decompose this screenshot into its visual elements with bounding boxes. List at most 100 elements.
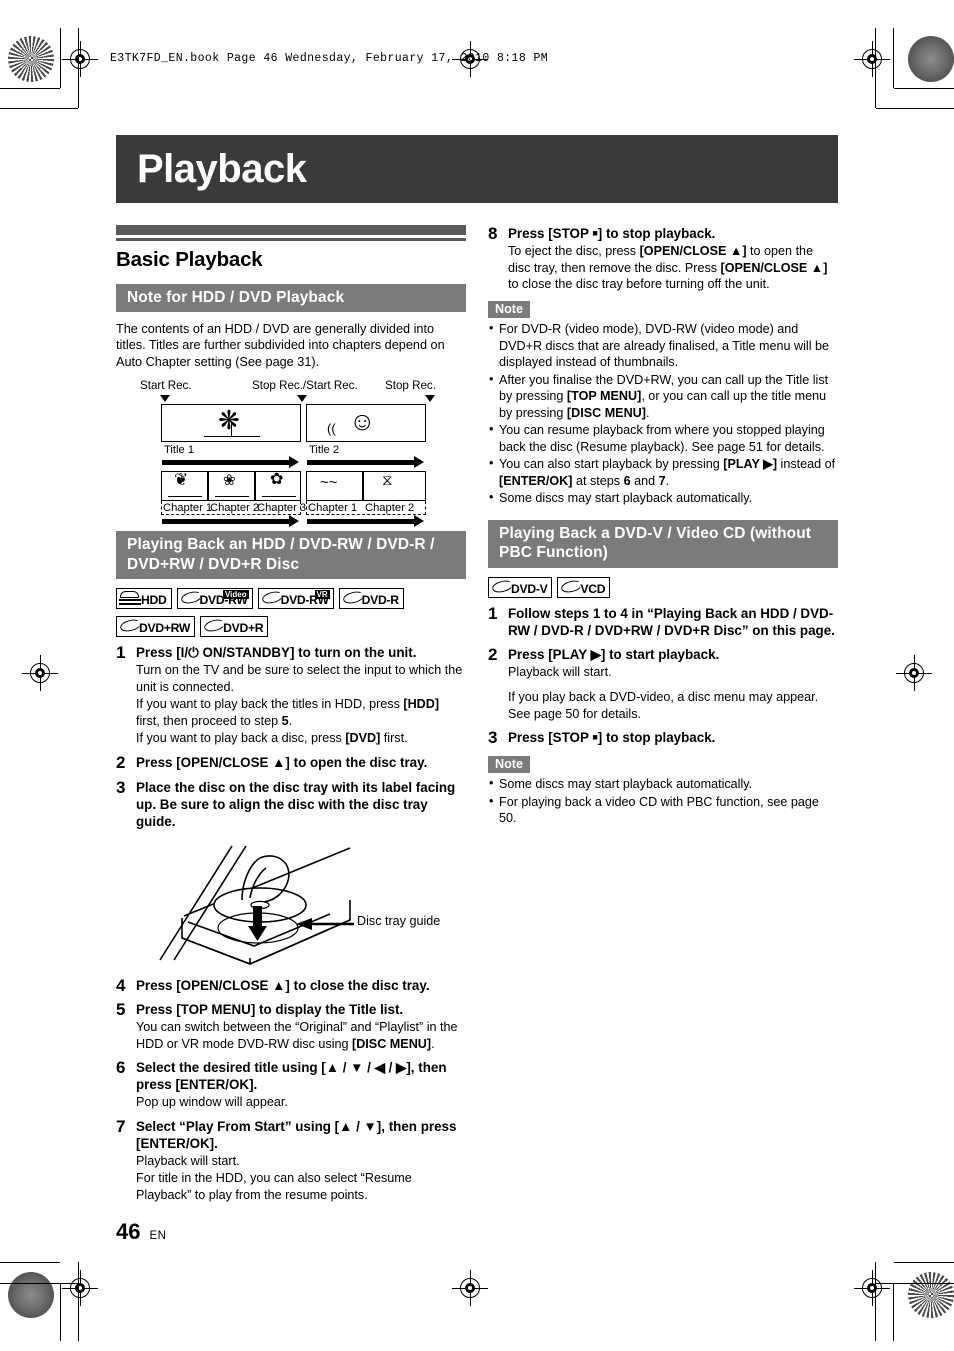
step-number: 4 bbox=[116, 975, 126, 995]
crop-line bbox=[894, 88, 954, 89]
disc-icon-label: DVD+R bbox=[223, 621, 264, 636]
crop-line bbox=[60, 28, 61, 88]
step-sub-text: If you play back a DVD-video, a disc men… bbox=[508, 690, 819, 721]
tray-guide-pointer bbox=[296, 917, 354, 930]
diagram-chapter-label: Chapter 2 bbox=[365, 502, 415, 515]
note-list-1: For DVD-R (video mode), DVD-RW (video mo… bbox=[488, 320, 838, 506]
left-column: Basic Playback Note for HDD / DVD Playba… bbox=[116, 225, 466, 1203]
sprout-sketch-icon: ❀ bbox=[223, 472, 236, 490]
crop-line bbox=[893, 1283, 894, 1341]
section-rule-thick bbox=[116, 225, 466, 235]
intro-paragraph: The contents of an HDD / DVD are general… bbox=[116, 321, 445, 370]
note-item: For playing back a video CD with PBC fun… bbox=[488, 793, 838, 827]
step-number: 3 bbox=[116, 777, 126, 797]
step-number: 6 bbox=[116, 1058, 126, 1078]
caterpillar-sketch-icon: ~~ bbox=[320, 474, 338, 492]
step-sub-text: For title in the HDD, you can also selec… bbox=[136, 1171, 412, 1202]
diagram-title2-label: Title 2 bbox=[309, 444, 340, 457]
diagram-title1-label: Title 1 bbox=[164, 444, 195, 457]
diagram-marker-start bbox=[160, 395, 170, 403]
halftone-target-bottom-right bbox=[908, 1272, 954, 1318]
step-number: 8 bbox=[488, 224, 498, 243]
diagram-t2-chapter2-thumb: ⧖ bbox=[363, 471, 426, 502]
dvdv-step-3: 3 Press [STOP ■] to stop playback. bbox=[488, 729, 838, 747]
diagram-chapter1-thumb: ❦ bbox=[161, 470, 208, 502]
diagram-chapter-label: Chapter 1 bbox=[163, 502, 213, 515]
crop-line bbox=[60, 1283, 61, 1341]
language-code: EN bbox=[149, 1230, 167, 1242]
step-number: 7 bbox=[116, 1116, 126, 1136]
registration-mark-top-left bbox=[62, 41, 98, 77]
diagram-chapter-label: Chapter 2 bbox=[210, 502, 260, 515]
disc-tray-drawing bbox=[159, 845, 354, 965]
diagram-title1-thumb: ❋ bbox=[161, 404, 301, 443]
halftone-target-top-left bbox=[8, 36, 54, 82]
disc-icon-tag: Video bbox=[222, 590, 249, 600]
page-number: 46 bbox=[116, 1219, 141, 1244]
halftone-target-bottom-left bbox=[8, 1272, 54, 1318]
bud-sketch-icon: ✿ bbox=[270, 471, 284, 489]
step-2: 2 Press [OPEN/CLOSE ▲] to open the disc … bbox=[116, 752, 466, 772]
hdd-icon bbox=[119, 591, 141, 607]
step-5: 5 Press [TOP MENU] to display the Title … bbox=[116, 1001, 466, 1052]
disc-icon-dvdrw-video: Video DVD-RW bbox=[176, 588, 253, 610]
step-1: 1 Press [I/⏻ ON/STANDBY] to turn on the … bbox=[116, 644, 466, 746]
note-item: For DVD-R (video mode), DVD-RW (video mo… bbox=[488, 320, 838, 370]
step-sub-text: To eject the disc, press [OPEN/CLOSE ▲] … bbox=[508, 244, 828, 291]
step-sub-text: Playback will start. bbox=[136, 1153, 240, 1168]
disc-icon-tag: VR bbox=[314, 590, 330, 600]
step-lead-text: Select the desired title using [▲ / ▼ / … bbox=[136, 1060, 447, 1093]
crop-line bbox=[0, 1262, 60, 1263]
note-item: You can also start playback by pressing … bbox=[488, 455, 838, 489]
step-3: 3 Place the disc on the disc tray with i… bbox=[116, 777, 466, 830]
step-lead-text: Press [STOP ■] to stop playback. bbox=[508, 730, 716, 746]
disc-icon-row-dvdv: DVD-V VCD bbox=[488, 576, 838, 598]
step-lead-text: Select “Play From Start” using [▲ / ▼], … bbox=[136, 1118, 457, 1151]
note-item: After you finalise the DVD+RW, you can c… bbox=[488, 371, 838, 421]
subheading-playing-dvdv-videocd: Playing Back a DVD-V / Video CD (without… bbox=[488, 519, 838, 568]
diagram-chapter-label: Chapter 3 bbox=[257, 502, 307, 515]
step-lead-text: Follow steps 1 to 4 in “Playing Back an … bbox=[508, 605, 835, 638]
disc-icon-label: HDD bbox=[141, 593, 167, 608]
disc-icon-dvdv: DVD-V bbox=[488, 576, 553, 598]
disc-icon-vcd: VCD bbox=[557, 576, 611, 598]
seed-sketch-icon: ❦ bbox=[174, 470, 189, 490]
step-6: 6 Select the desired title using [▲ / ▼ … bbox=[116, 1059, 466, 1111]
disc-icon-hdd: HDD bbox=[116, 588, 172, 610]
step-lead-text: Place the disc on the disc tray with its… bbox=[136, 779, 456, 829]
note-item: You can resume playback from where you s… bbox=[488, 421, 838, 455]
note-item: Some discs may start playback automatica… bbox=[488, 775, 838, 792]
diagram-title1-arrow bbox=[162, 456, 299, 469]
step-lead-text: Press [PLAY ▶] to start playback. bbox=[508, 646, 720, 662]
diagram-marker-stop bbox=[425, 395, 435, 403]
step-lead-text: Press [OPEN/CLOSE ▲] to close the disc t… bbox=[136, 977, 430, 993]
diagram-t2-chapter1-thumb: ~~ bbox=[306, 471, 363, 502]
file-header-line: E3TK7FD_EN.book Page 46 Wednesday, Febru… bbox=[110, 52, 549, 65]
disc-tray-guide-caption: Disc tray guide bbox=[357, 913, 441, 928]
diagram-label-stop-start-rec: Stop Rec./Start Rec. bbox=[252, 379, 358, 393]
step-4: 4 Press [OPEN/CLOSE ▲] to close the disc… bbox=[116, 975, 466, 995]
diagram-chapter-label: Chapter 1 bbox=[308, 502, 358, 515]
diagram-title2-arrow bbox=[307, 456, 424, 469]
page-footer: 46 EN bbox=[116, 1219, 166, 1245]
step-number: 1 bbox=[116, 643, 126, 663]
step-number: 2 bbox=[116, 752, 126, 772]
crop-line bbox=[894, 1262, 954, 1263]
step-sub-text: Pop up window will appear. bbox=[136, 1095, 288, 1110]
page-title: Playback bbox=[137, 147, 307, 191]
cocoon-sketch-icon: ⧖ bbox=[382, 472, 393, 490]
subheading-playing-back-disc: Playing Back an HDD / DVD-RW / DVD-R / D… bbox=[116, 531, 466, 580]
two-column-body: Basic Playback Note for HDD / DVD Playba… bbox=[116, 225, 838, 1203]
diagram-chapter3-thumb: ✿ bbox=[255, 471, 301, 502]
disc-icon-dvdr: DVD-R bbox=[338, 588, 404, 610]
step-sub-text: If you want to play back the titles in H… bbox=[136, 697, 440, 728]
diagram-title2-thumb: ☺ (( bbox=[306, 404, 426, 443]
step-lead-text: Press [OPEN/CLOSE ▲] to open the disc tr… bbox=[136, 754, 428, 770]
crop-line bbox=[875, 28, 876, 108]
crop-line bbox=[0, 88, 60, 89]
note-badge-1: Note bbox=[488, 301, 530, 319]
registration-mark-bottom-left bbox=[62, 1270, 98, 1306]
disc-tray-illustration: Disc tray guide bbox=[116, 842, 466, 970]
disc-icon-dvdrw-vr: VR DVD-RW bbox=[257, 588, 334, 610]
registration-mark-bottom-right bbox=[854, 1270, 890, 1306]
